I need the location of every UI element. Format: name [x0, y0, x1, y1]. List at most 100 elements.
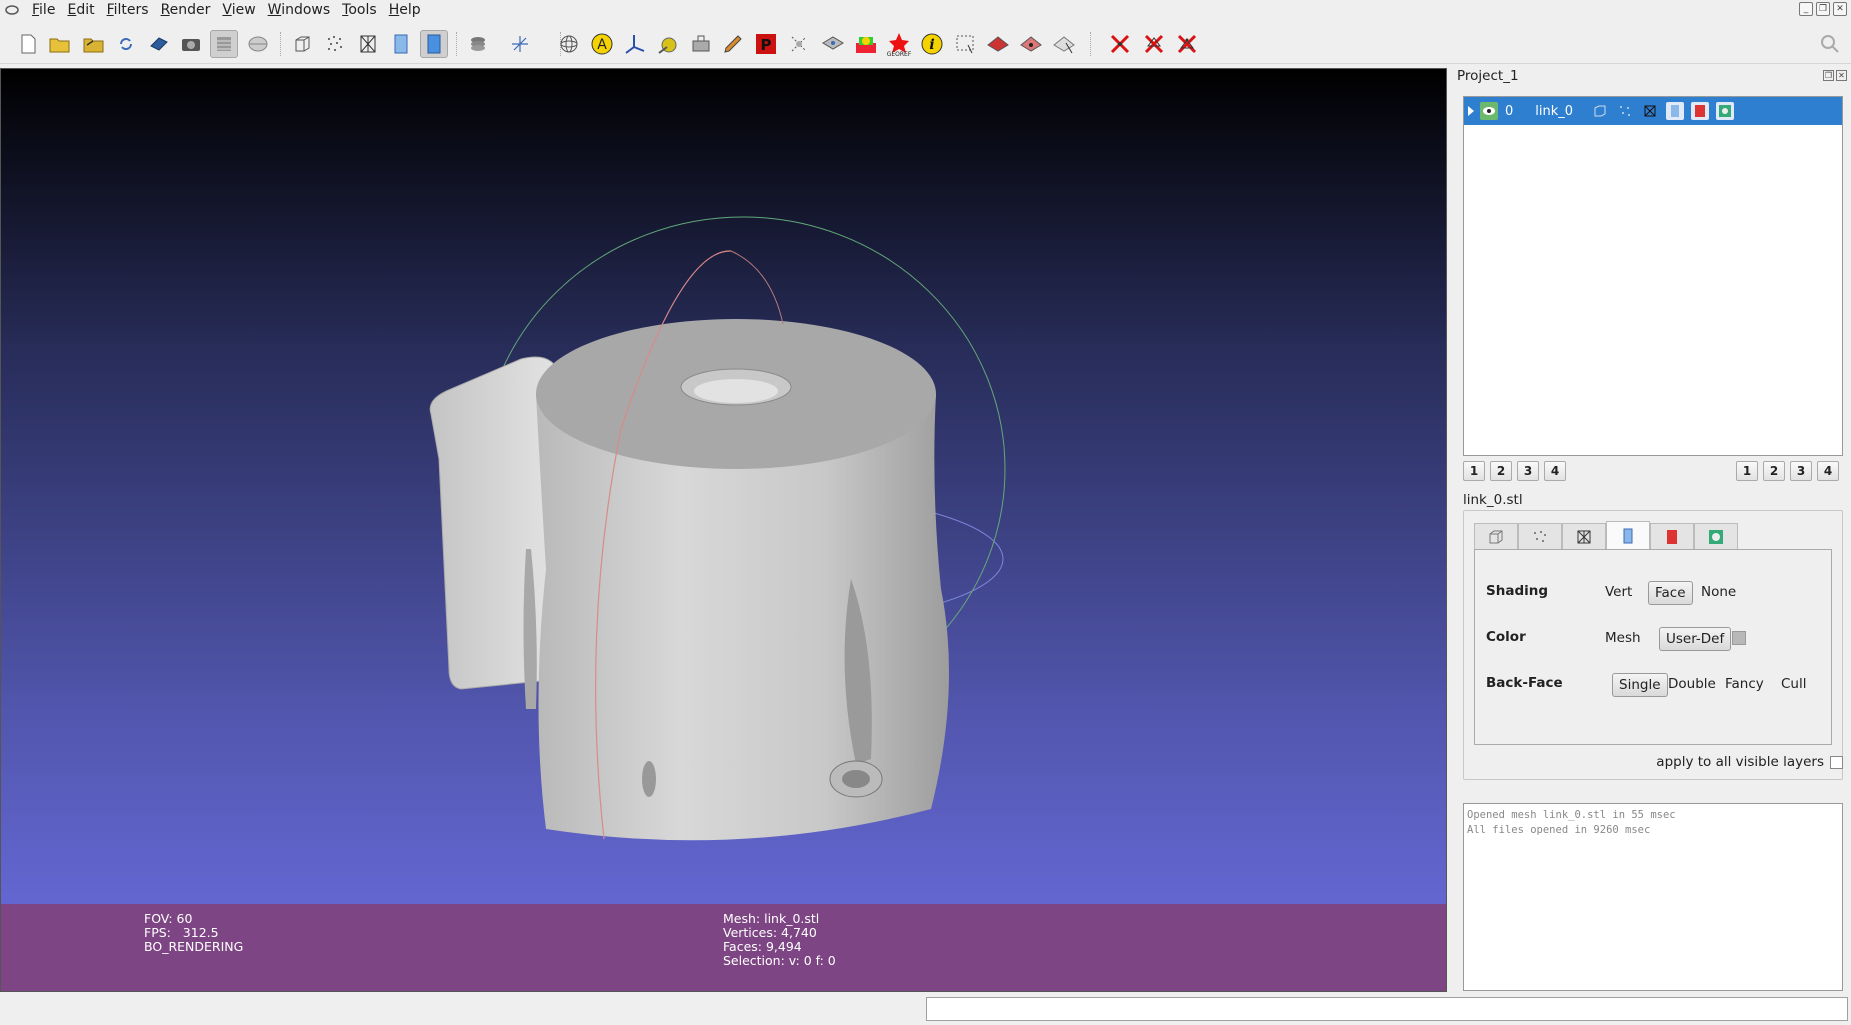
svg-text:P: P [761, 36, 772, 54]
layer-texture-icon[interactable] [1691, 102, 1710, 120]
points-icon[interactable] [321, 30, 349, 58]
delete-vertices-icon[interactable] [1106, 30, 1134, 58]
new-project-icon[interactable] [14, 30, 42, 58]
select-faces-icon[interactable] [984, 30, 1012, 58]
info-icon[interactable]: i [918, 30, 946, 58]
render-tabs [1474, 521, 1738, 549]
bounding-box-icon[interactable] [288, 30, 316, 58]
layer-row[interactable]: 0 link_0 [1464, 97, 1842, 125]
restore-icon[interactable]: ❐ [1816, 2, 1830, 16]
reload-icon[interactable] [112, 30, 140, 58]
flat-icon[interactable] [420, 30, 448, 58]
color-mesh-option[interactable]: Mesh [1599, 627, 1647, 649]
right-view-3-button[interactable]: 3 [1790, 461, 1812, 481]
open-mesh-icon[interactable] [80, 30, 108, 58]
shading-vert-option[interactable]: Vert [1599, 581, 1638, 603]
menu-filters[interactable]: Filters [101, 0, 155, 20]
layers-icon[interactable] [464, 30, 492, 58]
axis-icon[interactable] [506, 30, 534, 58]
tab-texture[interactable] [1650, 523, 1694, 549]
layer-bbox-icon[interactable] [1591, 102, 1609, 120]
expand-icon[interactable] [1468, 106, 1474, 116]
snapshot-icon[interactable] [177, 30, 205, 58]
georef-icon[interactable]: GEOREF [885, 30, 913, 58]
layer-toggle-icon[interactable] [210, 30, 238, 58]
left-view-3-button[interactable]: 3 [1517, 461, 1539, 481]
close-icon[interactable]: ✕ [1833, 2, 1847, 16]
left-view-4-button[interactable]: 4 [1544, 461, 1566, 481]
wireframe-icon[interactable] [354, 30, 382, 58]
pencil-icon[interactable] [719, 30, 747, 58]
tab-flat[interactable] [1606, 521, 1650, 549]
layer-name: link_0 [1535, 103, 1574, 119]
toggle-icon[interactable] [244, 30, 272, 58]
sphere-trackball-icon[interactable] [555, 30, 583, 58]
menu-edit[interactable]: Edit [61, 0, 100, 20]
backface-double-option[interactable]: Double [1662, 673, 1722, 695]
tab-wireframe[interactable] [1562, 523, 1606, 549]
backface-cull-option[interactable]: Cull [1775, 673, 1812, 695]
layer-list: 0 link_0 [1463, 96, 1843, 456]
layer-flat-icon[interactable] [1666, 102, 1685, 120]
mesh-stats: Mesh: link_0.stl Vertices: 4,740 Faces: … [723, 912, 836, 968]
select-region-icon[interactable] [951, 30, 979, 58]
info-overlay: FOV: 60 FPS: 312.5 BO_RENDERING Mesh: li… [1, 904, 1446, 991]
right-view-4-button[interactable]: 4 [1817, 461, 1839, 481]
apply-all-checkbox[interactable] [1830, 755, 1843, 769]
edit-points-icon[interactable] [785, 30, 813, 58]
color-blend-icon[interactable] [852, 30, 880, 58]
shading-none-option[interactable]: None [1695, 581, 1742, 603]
paraview-icon[interactable]: P [752, 30, 780, 58]
status-bar [0, 994, 1851, 1025]
search-icon[interactable] [1816, 30, 1844, 58]
right-view-1-button[interactable]: 1 [1736, 461, 1758, 481]
open-project-icon[interactable] [46, 30, 74, 58]
delete-faces-vertices-icon[interactable] [1173, 30, 1201, 58]
annotation-a-icon[interactable]: A [588, 30, 616, 58]
color-swatch[interactable] [1732, 631, 1746, 645]
menu-windows[interactable]: Windows [262, 0, 337, 20]
backface-label: Back-Face [1486, 675, 1563, 691]
menu-file[interactable]: File [26, 0, 61, 20]
minimize-icon[interactable]: _ [1799, 2, 1813, 16]
close-panel-icon[interactable]: ✕ [1836, 70, 1847, 81]
menu-view[interactable]: View [216, 0, 261, 20]
backface-fancy-option[interactable]: Fancy [1719, 673, 1770, 695]
layer-decorator-icon[interactable] [1716, 102, 1735, 120]
tab-decorator[interactable] [1694, 523, 1738, 549]
delete-faces-icon[interactable] [1140, 30, 1168, 58]
flat-lines-icon[interactable] [387, 30, 415, 58]
tab-bbox[interactable] [1474, 523, 1518, 549]
app-icon [4, 2, 20, 18]
shading-face-option[interactable]: Face [1648, 581, 1693, 605]
float-icon[interactable]: ❐ [1823, 70, 1834, 81]
layer-points-icon[interactable] [1616, 102, 1634, 120]
left-view-2-button[interactable]: 2 [1490, 461, 1512, 481]
layer-wireframe-icon[interactable] [1641, 102, 1659, 120]
vertices-text: Vertices: 4,740 [723, 925, 817, 940]
select-connected-icon[interactable] [1050, 30, 1078, 58]
save-snapshot-icon[interactable] [145, 30, 173, 58]
log-line: Opened mesh link_0.stl in 55 msec [1467, 809, 1676, 821]
visibility-eye-icon[interactable] [1480, 102, 1498, 120]
render-mode-text: BO_RENDERING [144, 939, 244, 954]
select-vertices-icon[interactable] [1017, 30, 1045, 58]
point-picker-icon[interactable] [687, 30, 715, 58]
tab-points[interactable] [1518, 523, 1562, 549]
menu-help[interactable]: Help [383, 0, 427, 20]
left-view-1-button[interactable]: 1 [1463, 461, 1485, 481]
paint-brush-icon[interactable] [654, 30, 682, 58]
align-icon[interactable] [819, 30, 847, 58]
menu-tools[interactable]: Tools [336, 0, 383, 20]
main-toolbar: A P GEOREF i [0, 22, 1851, 64]
menu-render[interactable]: Render [155, 0, 217, 20]
log-line: All files opened in 9260 msec [1467, 824, 1651, 836]
backface-single-option[interactable]: Single [1612, 673, 1668, 697]
svg-text:GEOREF: GEOREF [887, 51, 912, 57]
status-field [926, 997, 1848, 1021]
right-view-2-button[interactable]: 2 [1763, 461, 1785, 481]
measure-axis-icon[interactable] [621, 30, 649, 58]
3d-viewport[interactable]: FOV: 60 FPS: 312.5 BO_RENDERING Mesh: li… [0, 68, 1447, 992]
color-userdef-option[interactable]: User-Def [1659, 627, 1732, 651]
apply-all-label: apply to all visible layers [1656, 754, 1824, 770]
